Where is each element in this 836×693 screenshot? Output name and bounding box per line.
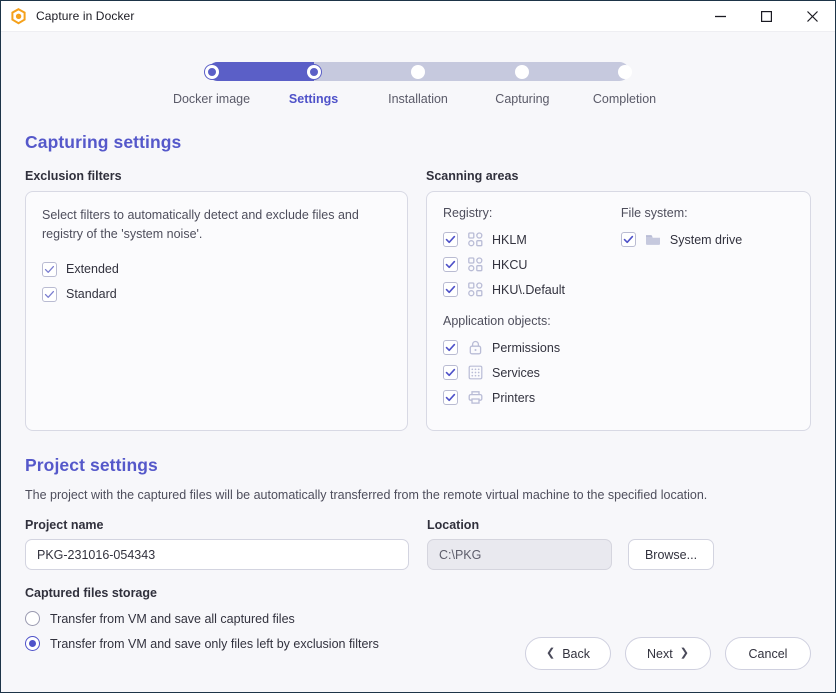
stepper-dot-completion[interactable] — [617, 64, 632, 79]
exclusion-filters-section: Exclusion filters Select filters to auto… — [25, 169, 408, 431]
captured-files-storage-label: Captured files storage — [25, 586, 157, 600]
registry-group-title: Registry: — [443, 206, 493, 220]
stepper-label-settings[interactable]: Settings — [289, 92, 338, 106]
scan-row-hklm[interactable]: HKLM — [443, 227, 621, 252]
checkbox-permissions[interactable] — [443, 340, 458, 355]
project-name-label: Project name — [25, 518, 104, 532]
stepper-label-docker-image[interactable]: Docker image — [173, 92, 250, 106]
stepper-dot-docker-image[interactable] — [204, 64, 219, 79]
project-name-block: Project name — [25, 518, 409, 570]
checkbox-hkcu[interactable] — [443, 257, 458, 272]
filter-row-standard[interactable]: Standard — [42, 282, 391, 307]
project-settings-heading: Project settings — [25, 455, 158, 475]
scan-row-hkcu[interactable]: HKCU — [443, 252, 621, 277]
docker-capture-logo-icon — [10, 7, 27, 25]
exclusion-filters-panel: Select filters to automatically detect a… — [25, 191, 408, 431]
back-button[interactable]: ❮ Back — [525, 637, 611, 670]
maximize-button[interactable] — [743, 1, 789, 32]
chevron-left-icon: ❮ — [545, 647, 556, 659]
window-controls — [697, 1, 835, 32]
wizard-stepper: Docker image Settings Installation Captu… — [1, 32, 835, 110]
project-name-input[interactable] — [25, 539, 409, 570]
stepper-label-completion[interactable]: Completion — [593, 92, 656, 106]
location-block: Location Browse... — [427, 518, 811, 570]
filter-row-extended[interactable]: Extended — [42, 257, 391, 282]
storage-option-filtered-label: Transfer from VM and save only files lef… — [50, 636, 379, 651]
capturing-settings-heading: Capturing settings — [25, 132, 182, 152]
stepper-track — [204, 62, 632, 81]
exclusion-filters-description: Select filters to automatically detect a… — [42, 208, 359, 241]
storage-option-all[interactable]: Transfer from VM and save all captured f… — [25, 606, 811, 631]
stepper-dot-capturing[interactable] — [515, 64, 530, 79]
checkbox-standard[interactable] — [42, 286, 57, 302]
back-button-label: Back — [562, 646, 590, 661]
filter-label-extended: Extended — [66, 262, 119, 276]
project-settings-description: The project with the captured files will… — [25, 488, 708, 502]
scan-label-system-drive: System drive — [669, 232, 743, 247]
scan-row-hku-default[interactable]: HKU\.Default — [443, 277, 621, 302]
checkbox-services[interactable] — [443, 365, 458, 380]
next-button-label: Next — [647, 646, 673, 661]
registry-icon — [467, 257, 483, 273]
scan-row-permissions[interactable]: Permissions — [443, 335, 621, 360]
settings-columns: Exclusion filters Select filters to auto… — [25, 169, 811, 431]
location-label: Location — [427, 518, 480, 532]
checkbox-extended[interactable] — [42, 261, 57, 277]
file-system-column: File system: System drive — [620, 206, 794, 410]
window-title: Capture in Docker — [36, 9, 135, 23]
stepper-labels: Docker image Settings Installation Captu… — [173, 92, 656, 110]
printer-icon — [467, 390, 483, 406]
app-window: Capture in Docker Docker image Settings … — [0, 0, 836, 693]
wizard-footer: ❮ Back Next ❯ Cancel — [525, 637, 811, 670]
grid-icon — [467, 365, 483, 381]
chevron-right-icon: ❯ — [679, 647, 689, 659]
registry-icon — [467, 282, 483, 298]
radio-save-filtered[interactable] — [25, 636, 40, 651]
radio-save-all[interactable] — [25, 611, 40, 626]
scan-row-system-drive[interactable]: System drive — [620, 227, 794, 252]
scanning-areas-label: Scanning areas — [426, 169, 519, 183]
lock-icon — [467, 340, 483, 356]
minimize-button[interactable] — [697, 1, 743, 32]
checkbox-printers[interactable] — [443, 390, 458, 405]
scan-row-services[interactable]: Services — [443, 360, 621, 385]
application-objects-title: Application objects: — [443, 314, 551, 328]
scan-label-permissions: Permissions — [492, 340, 561, 355]
scan-label-services: Services — [492, 365, 540, 380]
scan-label-printers: Printers — [492, 390, 536, 405]
scan-row-printers[interactable]: Printers — [443, 385, 621, 410]
checkbox-hklm[interactable] — [443, 232, 458, 247]
registry-column: Registry: HKLM HKCU HKU\.Default Applica… — [443, 206, 621, 410]
scan-label-hklm: HKLM — [492, 232, 527, 247]
next-button[interactable]: Next ❯ — [625, 637, 711, 670]
title-bar: Capture in Docker — [1, 1, 835, 32]
main-content: Capturing settings Exclusion filters Sel… — [1, 110, 835, 692]
location-input[interactable] — [427, 539, 612, 570]
stepper-dot-settings[interactable] — [306, 64, 321, 79]
scan-label-hkcu: HKCU — [492, 257, 528, 272]
scanning-areas-panel: Registry: HKLM HKCU HKU\.Default Applica… — [426, 191, 811, 431]
registry-icon — [467, 232, 483, 248]
cancel-button[interactable]: Cancel — [725, 637, 811, 670]
filter-label-standard: Standard — [66, 287, 117, 301]
file-system-group-title: File system: — [620, 206, 688, 220]
project-fields: Project name Location Browse... — [25, 518, 811, 570]
stepper-label-capturing[interactable]: Capturing — [495, 92, 549, 106]
stepper-label-installation[interactable]: Installation — [388, 92, 448, 106]
browse-button[interactable]: Browse... — [628, 539, 714, 570]
scanning-areas-section: Scanning areas Registry: HKLM HKCU HKU\.… — [426, 169, 811, 431]
exclusion-filters-label: Exclusion filters — [25, 169, 122, 183]
stepper-progress-fill — [207, 62, 314, 81]
storage-option-all-label: Transfer from VM and save all captured f… — [50, 611, 295, 626]
stepper-dot-installation[interactable] — [411, 64, 425, 79]
scan-label-hku-default: HKU\.Default — [492, 282, 565, 297]
checkbox-hku-default[interactable] — [443, 282, 458, 297]
checkbox-system-drive[interactable] — [620, 232, 636, 247]
folder-icon — [645, 232, 661, 248]
close-button[interactable] — [789, 1, 835, 32]
